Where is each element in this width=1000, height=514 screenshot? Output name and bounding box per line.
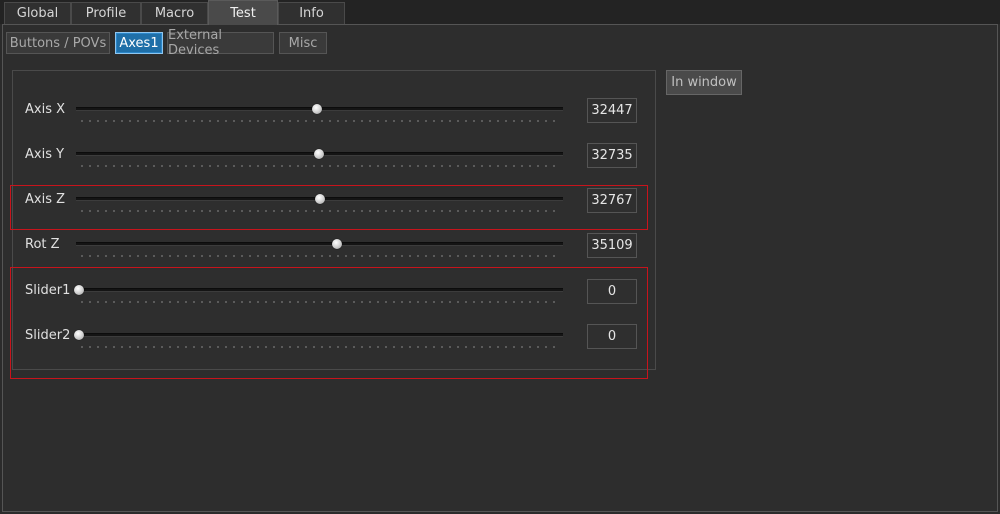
axis-label: Slider2	[25, 327, 71, 343]
axis-value-field: 35109	[587, 233, 637, 258]
tick-marks	[78, 301, 561, 303]
axis-row-rot-z: Rot Z 35109	[0, 233, 1000, 273]
axis-row-slider1: Slider1 0	[0, 279, 1000, 319]
tick-marks	[78, 210, 561, 212]
axis-slider-thumb[interactable]	[314, 149, 325, 159]
axis-slider-thumb[interactable]	[331, 239, 342, 249]
axis-label: Rot Z	[25, 236, 60, 252]
tick-marks	[78, 165, 561, 167]
axis-row-slider2: Slider2 0	[0, 324, 1000, 364]
axis-slider-thumb[interactable]	[312, 104, 323, 114]
axis-label: Slider1	[25, 282, 71, 298]
axis-slider-track[interactable]	[76, 288, 563, 292]
axis-label: Axis Y	[25, 146, 65, 162]
subtab-buttons-povs[interactable]: Buttons / POVs	[6, 32, 110, 54]
tab-test[interactable]: Test	[208, 0, 278, 25]
subtab-misc[interactable]: Misc	[279, 32, 327, 54]
axis-value-field: 0	[587, 324, 637, 349]
axis-slider-thumb[interactable]	[74, 285, 84, 295]
in-window-button[interactable]: In window	[666, 70, 742, 95]
tick-marks	[78, 346, 561, 348]
axis-value-field: 32767	[587, 188, 637, 213]
tab-info[interactable]: Info	[278, 2, 345, 24]
tab-global[interactable]: Global	[4, 2, 71, 24]
axis-value-field: 32735	[587, 143, 637, 168]
axis-slider-track[interactable]	[76, 333, 563, 337]
axis-label: Axis X	[25, 101, 66, 117]
subtab-external-devices[interactable]: External Devices	[167, 28, 274, 58]
axis-value-field: 0	[587, 279, 637, 304]
axis-slider-thumb[interactable]	[74, 330, 84, 340]
tab-profile[interactable]: Profile	[71, 2, 141, 24]
axis-value-field: 32447	[587, 98, 637, 123]
tab-macro[interactable]: Macro	[141, 2, 208, 24]
axis-row-z: Axis Z 32767	[0, 188, 1000, 228]
axis-row-y: Axis Y 32735	[0, 143, 1000, 183]
axis-slider-track[interactable]	[76, 242, 563, 246]
axis-label: Axis Z	[25, 191, 66, 207]
subtab-axes1[interactable]: Axes1	[115, 32, 163, 54]
axis-row-x: Axis X 32447	[0, 98, 1000, 138]
tick-marks	[78, 255, 561, 257]
tick-marks	[78, 120, 561, 122]
axis-slider-thumb[interactable]	[314, 194, 325, 204]
